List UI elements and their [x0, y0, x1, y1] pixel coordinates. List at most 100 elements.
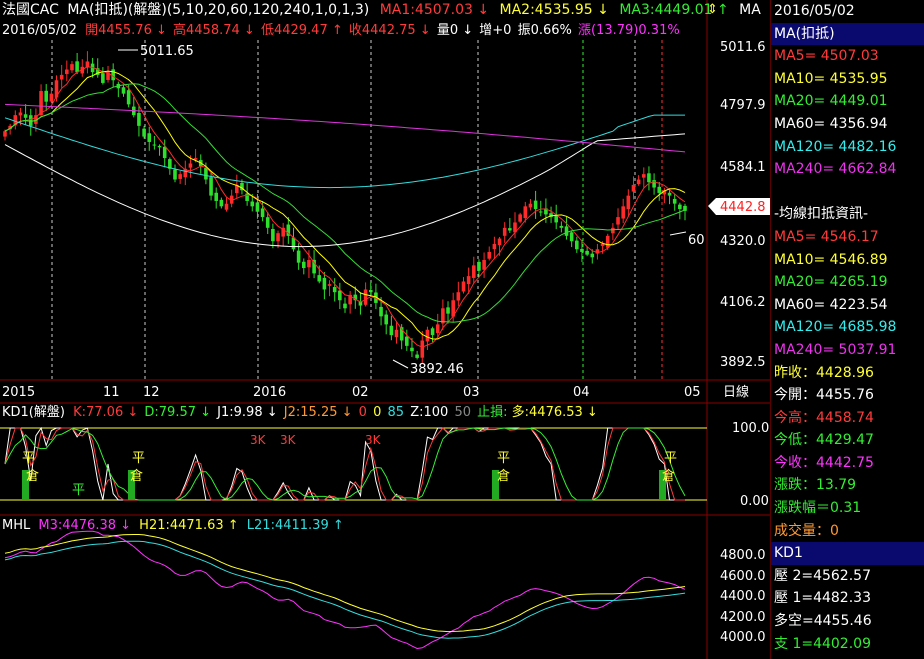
kd-85: 85 — [388, 405, 405, 420]
panel-kd-row-1: 壓 1=4482.33 — [774, 590, 871, 607]
mhl-l21-line — [4, 540, 686, 639]
price-tick-2: 4584.1 — [720, 160, 766, 175]
candle-body-40 — [209, 177, 213, 196]
kd-marker-cang-2: 倉 — [130, 469, 143, 484]
candle-body-96 — [497, 238, 502, 246]
mhl-l21: L21:4411.39 ↑ — [247, 518, 344, 533]
kd-z: Z:100 — [410, 405, 448, 420]
kd-marker-cang-5: 倉 — [662, 469, 675, 484]
panel-quote-row-4: 今收：4442.75 — [774, 454, 874, 471]
panel-ma-row-2: MA20= 4449.01 — [774, 93, 888, 110]
kd-marker-3k-2: 3K — [280, 433, 297, 447]
panel-kd-row-3: 支 1=4402.09 — [774, 635, 871, 652]
price-tick-3: 4320.0 — [720, 234, 766, 249]
candle-body-30 — [157, 145, 162, 148]
candle-body-120 — [621, 206, 625, 219]
panel-deduct-row-2: MA20= 4265.19 — [774, 274, 888, 291]
candle-body-41 — [214, 192, 219, 201]
candle-body-61 — [317, 275, 322, 282]
candle-body-23 — [121, 87, 126, 94]
candle-body-124 — [641, 174, 646, 178]
candle-body-111 — [575, 240, 579, 250]
mhl-pane[interactable] — [4, 530, 686, 650]
candle-body-57 — [296, 250, 301, 263]
panel-deduct-row-4: MA120= 4685.98 — [774, 319, 897, 336]
candle-body-63 — [327, 284, 332, 286]
candle-body-19 — [101, 73, 105, 83]
candle-body-100 — [518, 214, 522, 222]
panel-ma-row-5: MA240= 4662.84 — [774, 161, 897, 178]
kd-k-line — [4, 427, 685, 501]
svg-text:2016/05/02 開4455.76 ↓: 2016/05/02 開4455.76 ↓ 高4458.74 ↓ 低4429.4… — [2, 22, 680, 38]
candle-body-109 — [564, 226, 569, 236]
panel-quote-row-6: 漲跌幅＝0.31 — [774, 500, 862, 517]
kd-tick-0: 0.00 — [740, 494, 769, 509]
candle-body-79 — [410, 347, 414, 352]
timeframe-label[interactable]: 日線 — [723, 384, 749, 400]
expand-arrows-icon[interactable]: ⇕ — [707, 2, 718, 17]
panel-quote-row-3: 今低：4429.47 — [774, 432, 874, 449]
panel-kd-title[interactable]: KD1 — [771, 542, 924, 565]
candle-body-93 — [482, 260, 486, 270]
candle-body-121 — [626, 195, 631, 210]
kd-j-line — [4, 426, 685, 501]
candle-body-88 — [456, 292, 461, 301]
mhl-title: MHL — [2, 518, 31, 533]
candle-body-49 — [255, 202, 260, 212]
panel-deduct-title: -均線扣抵資訊- — [774, 206, 869, 223]
candle-body-58 — [301, 261, 306, 269]
price-tick-0: 5011.6 — [720, 40, 766, 55]
candle-body-31 — [162, 146, 167, 159]
panel-quote-row-0: 昨收：4428.96 — [774, 364, 874, 381]
mhl-m3-line — [4, 530, 686, 650]
kd-j2: J2:15.25 ↓ — [283, 405, 353, 420]
candle-body-114 — [590, 253, 595, 258]
candle-body-52 — [271, 229, 275, 242]
price-tick-4: 4106.2 — [720, 295, 766, 310]
low-leader — [392, 359, 409, 369]
panel-ma-title[interactable]: MA(扣抵) — [771, 22, 924, 46]
bar-amplitude: 振0.66% — [518, 23, 572, 38]
kd-marker-ping-5: 平 — [664, 451, 677, 466]
candle-body-118 — [611, 227, 615, 234]
candle-body-103 — [533, 200, 538, 210]
candle-body-92 — [477, 261, 481, 271]
ma60-annotation: 60 — [688, 233, 705, 248]
candle-body-123 — [636, 179, 641, 185]
candle-body-36 — [188, 163, 193, 168]
candle-body-53 — [276, 233, 280, 242]
kd-marker-cang-1: 倉 — [26, 469, 39, 484]
price-tick-5: 3892.5 — [720, 355, 766, 370]
panel-deduct-row-1: MA10= 4546.89 — [774, 251, 888, 268]
kd-marker-cang-4: 倉 — [497, 469, 510, 484]
candle-body-104 — [538, 211, 543, 213]
candle-body-26 — [137, 112, 141, 126]
bar-increase: 增+0 — [479, 23, 511, 38]
price-pane[interactable] — [3, 40, 687, 380]
candle-body-5 — [28, 115, 33, 126]
high-annotation: 5011.65 — [140, 44, 194, 59]
panel-date: 2016/05/02 — [774, 3, 855, 19]
panel-quote-row-2: 今高：4458.74 — [774, 409, 874, 426]
candle-body-14 — [75, 61, 79, 73]
panel-deduct-row-3: MA60= 4223.54 — [774, 296, 888, 313]
candle-body-127 — [657, 186, 662, 193]
kd-50: 50 — [454, 405, 471, 420]
bar-open: 開4455.76 ↓ — [85, 23, 167, 38]
kd-pane[interactable] — [0, 426, 707, 501]
candle-body-131 — [678, 204, 682, 210]
time-label-2016: 2016 — [253, 385, 286, 400]
panel-kd-row-2: 多空=4455.46 — [774, 613, 872, 630]
bar-high: 高4458.74 ↓ — [173, 22, 255, 38]
kd-title: KD1(解盤) — [2, 405, 65, 420]
candle-body-4 — [23, 114, 28, 118]
ma2-value: MA2:4535.95 ↓ — [500, 2, 609, 18]
candle-body-94 — [487, 251, 492, 259]
candle-body-42 — [219, 199, 224, 207]
mhl-tick-4400: 4400.0 — [720, 589, 766, 604]
candle-body-90 — [466, 276, 471, 285]
candle-body-86 — [446, 307, 450, 314]
ma-params: MA(扣抵)(解盤)(5,10,20,60,120,240,1,0,1,3) — [67, 2, 369, 18]
ma-more: MA — [739, 2, 761, 18]
time-label-11: 11 — [103, 385, 120, 400]
